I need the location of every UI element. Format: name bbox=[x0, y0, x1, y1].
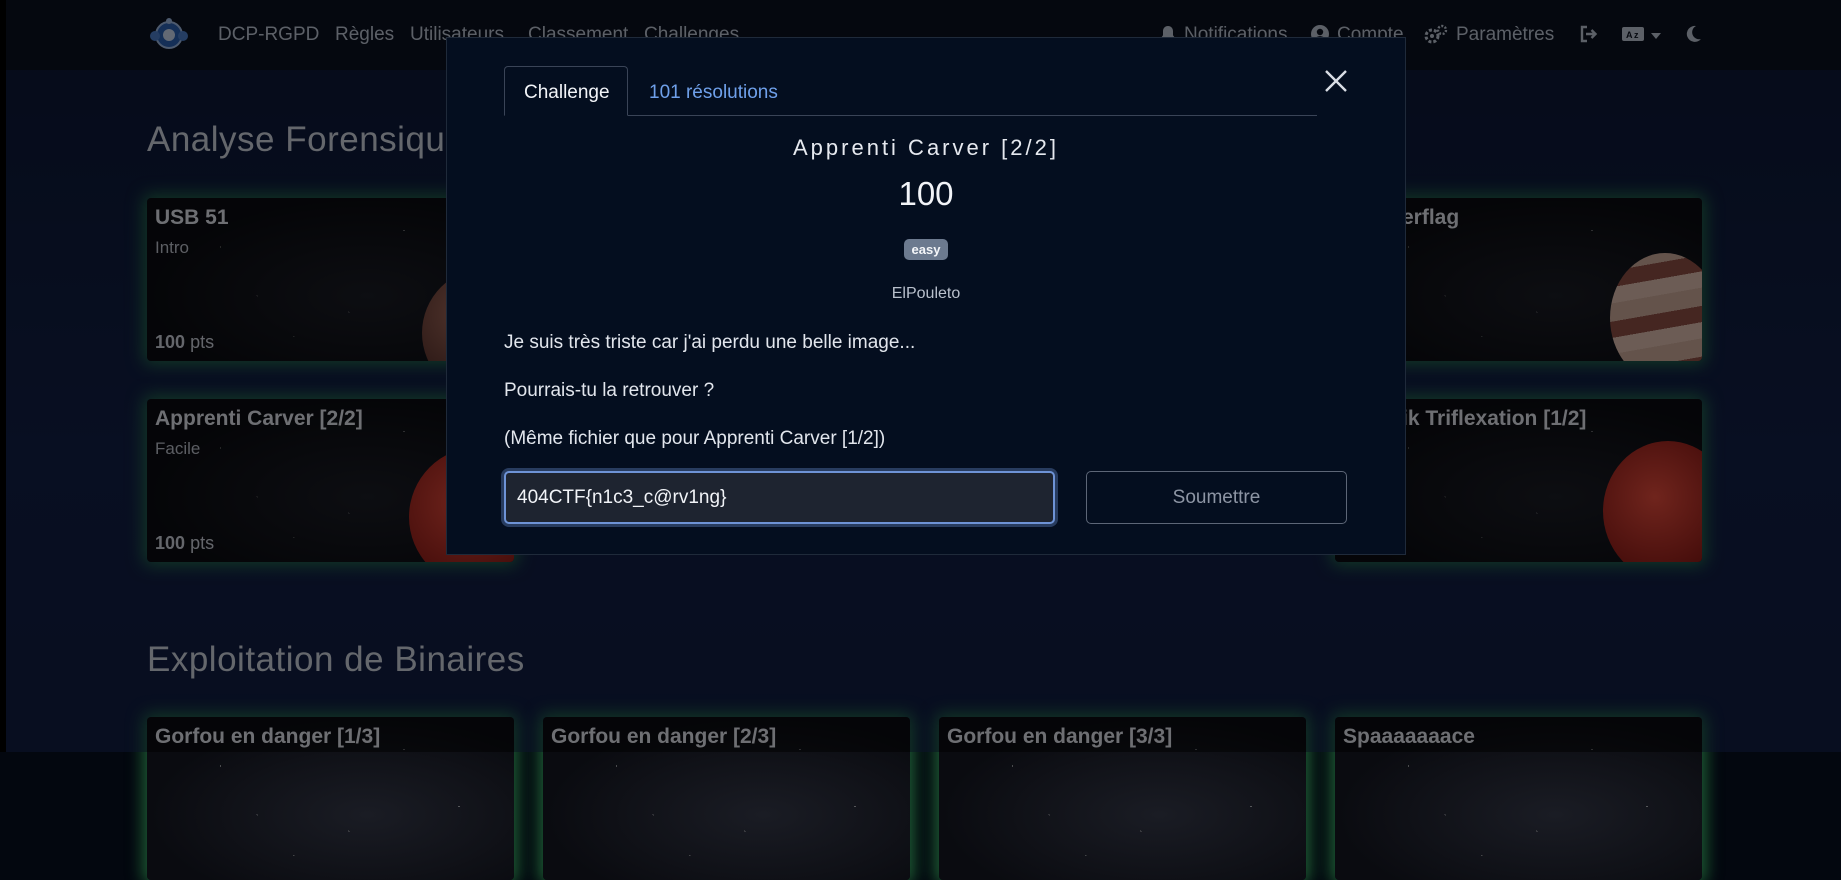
challenge-value: 100 bbox=[898, 175, 954, 212]
challenge-modal: Challenge 101 résolutions Apprenti Carve… bbox=[446, 37, 1406, 555]
close-icon[interactable] bbox=[1321, 66, 1351, 96]
tab-solves[interactable]: 101 résolutions bbox=[649, 66, 778, 116]
description-line: (Même fichier que pour Apprenti Carver [… bbox=[504, 428, 886, 449]
tab-challenge[interactable]: Challenge bbox=[504, 66, 628, 116]
description-line: Pourrais-tu la retrouver ? bbox=[504, 380, 715, 401]
challenge-name: Apprenti Carver [2/2] bbox=[793, 135, 1059, 160]
difficulty-wrapper: easy bbox=[447, 239, 1405, 260]
difficulty-badge: easy bbox=[903, 239, 949, 260]
description-line: Je suis très triste car j'ai perdu une b… bbox=[504, 332, 916, 353]
challenge-author: ElPouleto bbox=[891, 285, 961, 302]
submit-button[interactable]: Soumettre bbox=[1086, 471, 1347, 524]
flag-input[interactable] bbox=[504, 471, 1055, 524]
